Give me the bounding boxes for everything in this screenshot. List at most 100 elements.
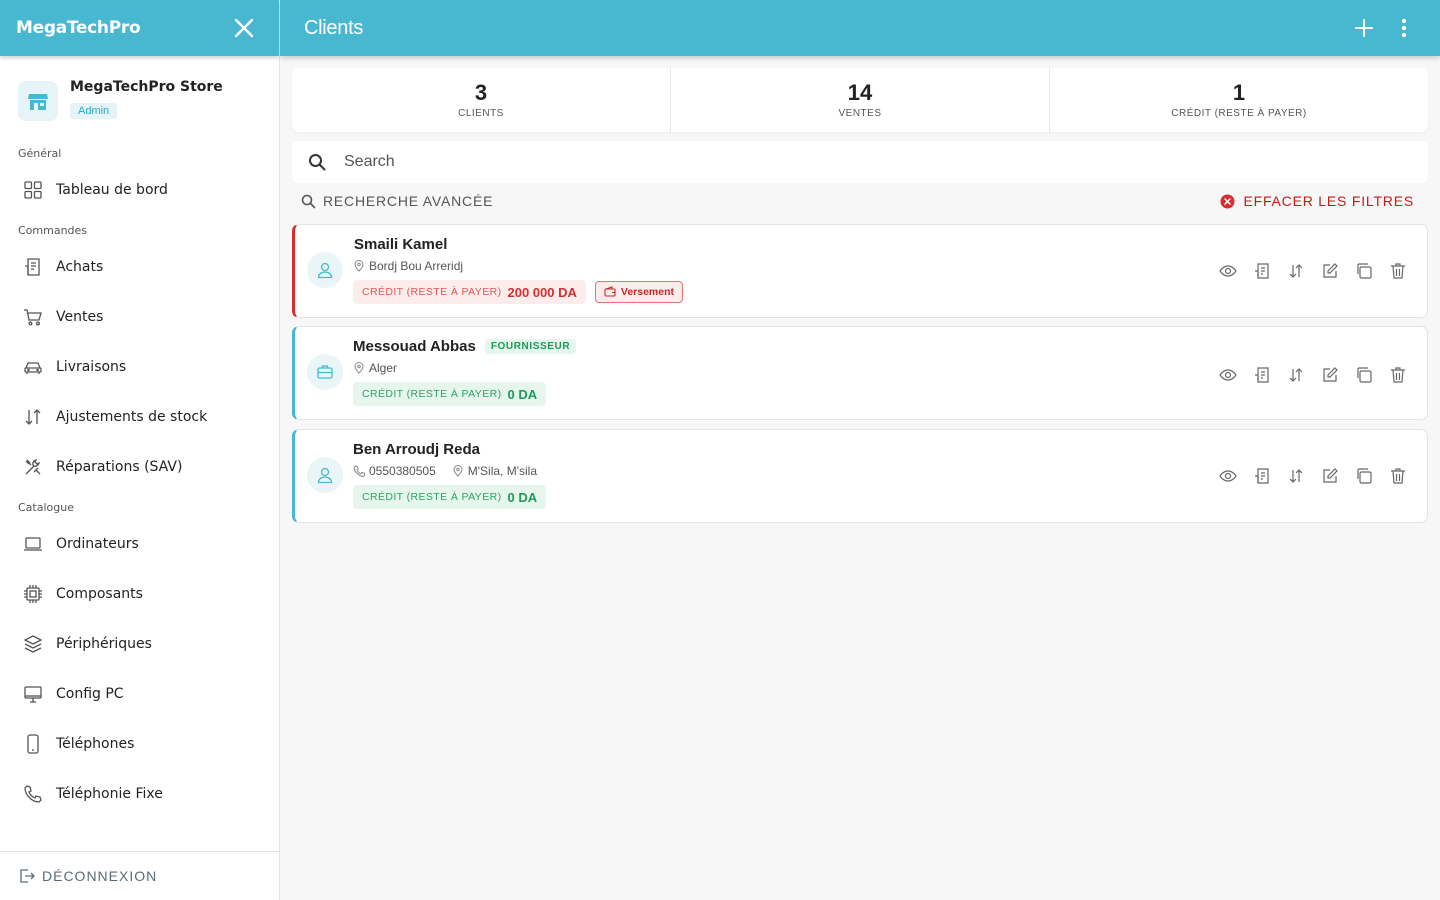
location-pin-icon [453, 465, 463, 477]
trash-icon [1391, 367, 1405, 383]
transfer-button[interactable] [1279, 363, 1313, 387]
sidebar-item-label: Périphériques [56, 636, 152, 652]
client-name: Smaili Kamel [354, 236, 448, 253]
statement-button[interactable] [1245, 464, 1279, 488]
sidebar-item-reparations[interactable]: Réparations (SAV) [0, 442, 279, 492]
sidebar-item-telephones[interactable]: Téléphones [0, 719, 279, 769]
main-content: Clients 3 CLIENTS 14 VENTES 1 CRÉDIT (RE… [280, 0, 1440, 900]
advanced-search-button[interactable]: RECHERCHE AVANCÉE [292, 193, 493, 209]
more-vertical-icon [1401, 18, 1407, 38]
statement-button[interactable] [1245, 363, 1279, 387]
edit-icon [1323, 263, 1338, 278]
duplicate-button[interactable] [1347, 363, 1381, 387]
edit-button[interactable] [1313, 464, 1347, 488]
receipt-icon [22, 256, 44, 278]
client-name: Ben Arroudj Reda [353, 441, 480, 458]
delete-button[interactable] [1381, 363, 1415, 387]
top-bar: Clients [280, 0, 1440, 56]
sidebar-section-general: Général [18, 147, 62, 160]
view-button[interactable] [1211, 464, 1245, 488]
location-pin-icon [354, 362, 364, 374]
credit-amount: 200 000 DA [507, 284, 577, 300]
transfer-button[interactable] [1279, 259, 1313, 283]
wallet-icon [604, 286, 616, 297]
sidebar-item-label: Ventes [56, 309, 104, 325]
sidebar-item-ajustements[interactable]: Ajustements de stock [0, 392, 279, 442]
sidebar-item-label: Ordinateurs [56, 536, 139, 552]
client-location: Bordj Bou Arreridj [369, 259, 464, 273]
view-button[interactable] [1211, 363, 1245, 387]
sidebar-header: MegaTechPro [0, 0, 279, 56]
logout-icon [20, 869, 35, 883]
sidebar-item-label: Config PC [56, 686, 124, 702]
statement-button[interactable] [1245, 259, 1279, 283]
stat-value: 14 [847, 80, 873, 105]
sidebar: MegaTechPro MegaTechPro Store Admin Géné… [0, 0, 280, 900]
credit-label: CRÉDIT (RESTE À PAYER) [362, 491, 502, 503]
sidebar-item-peripheriques[interactable]: Périphériques [0, 619, 279, 669]
delete-button[interactable] [1381, 259, 1415, 283]
more-menu-button[interactable] [1384, 8, 1424, 48]
swap-vertical-icon [1289, 264, 1303, 278]
client-card[interactable]: Smaili Kamel Bordj Bou Arreridj CRÉDIT (… [292, 224, 1428, 318]
copy-icon [1357, 468, 1372, 484]
search-icon [301, 194, 316, 208]
client-card[interactable]: Ben Arroudj Reda 0550380505 M'Sila, M'si… [292, 429, 1428, 523]
page-title: Clients [304, 16, 364, 39]
sidebar-item-ordinateurs[interactable]: Ordinateurs [0, 519, 279, 569]
sidebar-item-label: Tableau de bord [56, 182, 168, 198]
store-avatar [18, 81, 58, 121]
transfer-button[interactable] [1279, 464, 1313, 488]
receipt-icon [1255, 367, 1269, 383]
eye-icon [1219, 369, 1237, 381]
clear-filters-button[interactable]: EFFACER LES FILTRES [1220, 193, 1428, 209]
store-icon [28, 94, 48, 110]
search-input[interactable] [344, 153, 1244, 171]
layers-icon [22, 633, 44, 655]
edit-button[interactable] [1313, 259, 1347, 283]
phone-icon [353, 465, 365, 477]
clear-filters-label: EFFACER LES FILTRES [1243, 193, 1414, 209]
stats-panel: 3 CLIENTS 14 VENTES 1 CRÉDIT (RESTE À PA… [292, 68, 1428, 132]
stat-label: VENTES [838, 108, 882, 119]
briefcase-icon [317, 365, 333, 379]
sidebar-item-livraisons[interactable]: Livraisons [0, 342, 279, 392]
sidebar-item-config-pc[interactable]: Config PC [0, 669, 279, 719]
sidebar-item-achats[interactable]: Achats [0, 242, 279, 292]
swap-vertical-icon [22, 406, 44, 428]
phone-icon [22, 783, 44, 805]
add-client-button[interactable] [1344, 8, 1384, 48]
avatar [307, 354, 343, 390]
sidebar-item-label: Achats [56, 259, 104, 275]
person-icon [317, 262, 333, 279]
sidebar-item-composants[interactable]: Composants [0, 569, 279, 619]
store-name: MegaTechPro Store [70, 79, 223, 95]
stat-value: 1 [1232, 80, 1246, 105]
client-card[interactable]: Messouad Abbas FOURNISSEUR Alger CRÉDIT … [292, 326, 1428, 420]
sidebar-item-label: Réparations (SAV) [56, 459, 183, 475]
receipt-icon [1255, 468, 1269, 484]
copy-icon [1357, 263, 1372, 279]
logout-label: DÉCONNEXION [42, 868, 158, 884]
view-button[interactable] [1211, 259, 1245, 283]
delete-button[interactable] [1381, 464, 1415, 488]
credit-badge: CRÉDIT (RESTE À PAYER) 0 DA [353, 382, 547, 406]
credit-badge: CRÉDIT (RESTE À PAYER) 200 000 DA [353, 280, 586, 304]
plus-icon [1355, 19, 1373, 37]
sidebar-item-ventes[interactable]: Ventes [0, 292, 279, 342]
close-sidebar-button[interactable] [233, 17, 255, 39]
versement-button[interactable]: Versement [594, 281, 684, 303]
duplicate-button[interactable] [1347, 464, 1381, 488]
eye-icon [1219, 470, 1237, 482]
edit-button[interactable] [1313, 363, 1347, 387]
sidebar-item-tableau-de-bord[interactable]: Tableau de bord [0, 165, 279, 215]
eye-icon [1219, 265, 1237, 277]
sidebar-item-label: Téléphonie Fixe [56, 786, 163, 802]
phone-mobile-icon [22, 733, 44, 755]
cart-icon [22, 306, 44, 328]
duplicate-button[interactable] [1347, 259, 1381, 283]
filters-row: RECHERCHE AVANCÉE EFFACER LES FILTRES [292, 190, 1428, 212]
sidebar-item-telephonie-fixe[interactable]: Téléphonie Fixe [0, 769, 279, 819]
app-brand: MegaTechPro [16, 18, 141, 38]
logout-button[interactable]: DÉCONNEXION [0, 851, 279, 900]
